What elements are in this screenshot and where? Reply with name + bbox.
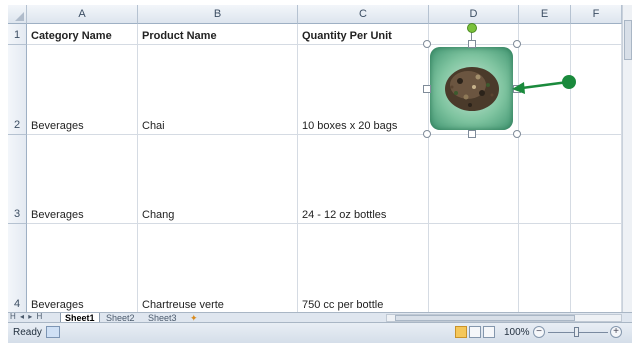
page-break-view-icon[interactable] [483,326,495,338]
column-header-d[interactable]: D [429,5,519,24]
cell-f3[interactable] [571,135,622,224]
row-header-3[interactable]: 3 [8,135,27,224]
zoom-slider-knob[interactable] [574,327,579,337]
column-header-c[interactable]: C [298,5,429,24]
spreadsheet-grid: A B C D E F 1 Category Name Product Name… [8,5,622,312]
cell-a3[interactable]: Beverages [27,135,138,224]
normal-view-icon[interactable] [455,326,467,338]
vertical-scrollbar[interactable] [622,5,632,312]
resize-handle-top[interactable] [468,40,476,48]
cell-a4[interactable]: Beverages [27,224,138,312]
cell-c4[interactable]: 750 cc per bottle [298,224,429,312]
rotate-handle[interactable] [467,23,477,33]
cell-f1[interactable] [571,24,622,45]
page-layout-view-icon[interactable] [469,326,481,338]
cell-e1[interactable] [519,24,571,45]
green-arrow-icon [510,73,580,102]
resize-handle-top-right[interactable] [513,40,521,48]
tea-leaves-image[interactable] [430,47,513,130]
status-ready: Ready [13,327,42,338]
resize-handle-bottom[interactable] [468,130,476,138]
zoom-out-button[interactable]: − [533,326,545,338]
cell-a2[interactable]: Beverages [27,45,138,135]
cell-b1[interactable]: Product Name [138,24,298,45]
zoom-in-button[interactable]: + [610,326,622,338]
view-buttons [455,326,497,341]
sheet-nav-buttons[interactable]: H ◂ ▸ H [10,312,43,321]
resize-handle-bottom-left[interactable] [423,130,431,138]
select-all-corner[interactable] [8,5,27,24]
cell-c2[interactable]: 10 boxes x 20 bags [298,45,429,135]
cell-b2[interactable]: Chai [138,45,298,135]
cell-e3[interactable] [519,135,571,224]
column-header-f[interactable]: F [571,5,622,24]
column-header-b[interactable]: B [138,5,298,24]
zoom-level[interactable]: 100% [504,327,530,338]
cell-e4[interactable] [519,224,571,312]
vertical-scroll-thumb[interactable] [624,20,632,60]
column-header-e[interactable]: E [519,5,571,24]
resize-handle-left[interactable] [423,85,431,93]
tea-leaves-icon [445,67,499,111]
resize-handle-top-left[interactable] [423,40,431,48]
column-header-a[interactable]: A [27,5,138,24]
cell-c3[interactable]: 24 - 12 oz bottles [298,135,429,224]
cell-b4[interactable]: Chartreuse verte [138,224,298,312]
row-header-2[interactable]: 2 [8,45,27,135]
selected-picture[interactable] [423,23,521,138]
horizontal-scrollbar[interactable] [386,314,622,322]
row-header-1[interactable]: 1 [8,24,27,45]
cell-b3[interactable]: Chang [138,135,298,224]
resize-handle-bottom-right[interactable] [513,130,521,138]
cell-d3[interactable] [429,135,519,224]
cell-a1[interactable]: Category Name [27,24,138,45]
status-bar: Ready 100% − + [8,322,632,343]
row-header-4[interactable]: 4 [8,224,27,312]
macro-record-icon[interactable] [46,326,60,338]
horizontal-scroll-thumb[interactable] [395,315,575,321]
cell-c1[interactable]: Quantity Per Unit [298,24,429,45]
cell-f4[interactable] [571,224,622,312]
cell-d4[interactable] [429,224,519,312]
